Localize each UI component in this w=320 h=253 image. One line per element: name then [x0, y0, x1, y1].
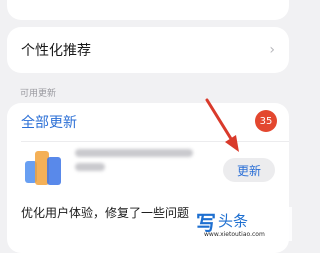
- watermark: 写 头条 www.xietoutiao.com: [196, 207, 292, 241]
- update-count-badge: 35: [255, 110, 277, 132]
- update-description: 优化用户体验，修复了一些问题: [21, 206, 190, 220]
- watermark-url: www.xietoutiao.com: [204, 231, 265, 238]
- personalized-recommendations-row[interactable]: 个性化推荐 ›: [7, 27, 289, 73]
- personalized-recommendations-label: 个性化推荐: [21, 43, 91, 59]
- watermark-text: 头条: [218, 212, 249, 230]
- update-button[interactable]: 更新: [223, 158, 275, 182]
- available-updates-section-label: 可用更新: [20, 89, 57, 99]
- divider: [21, 141, 289, 142]
- top-card: [7, 0, 289, 20]
- app-icon[interactable]: [25, 147, 65, 191]
- app-name-blurred: [75, 149, 195, 175]
- update-all-link[interactable]: 全部更新: [21, 112, 77, 132]
- chevron-right-icon: ›: [269, 42, 275, 58]
- annotation-arrow-icon: [205, 98, 239, 152]
